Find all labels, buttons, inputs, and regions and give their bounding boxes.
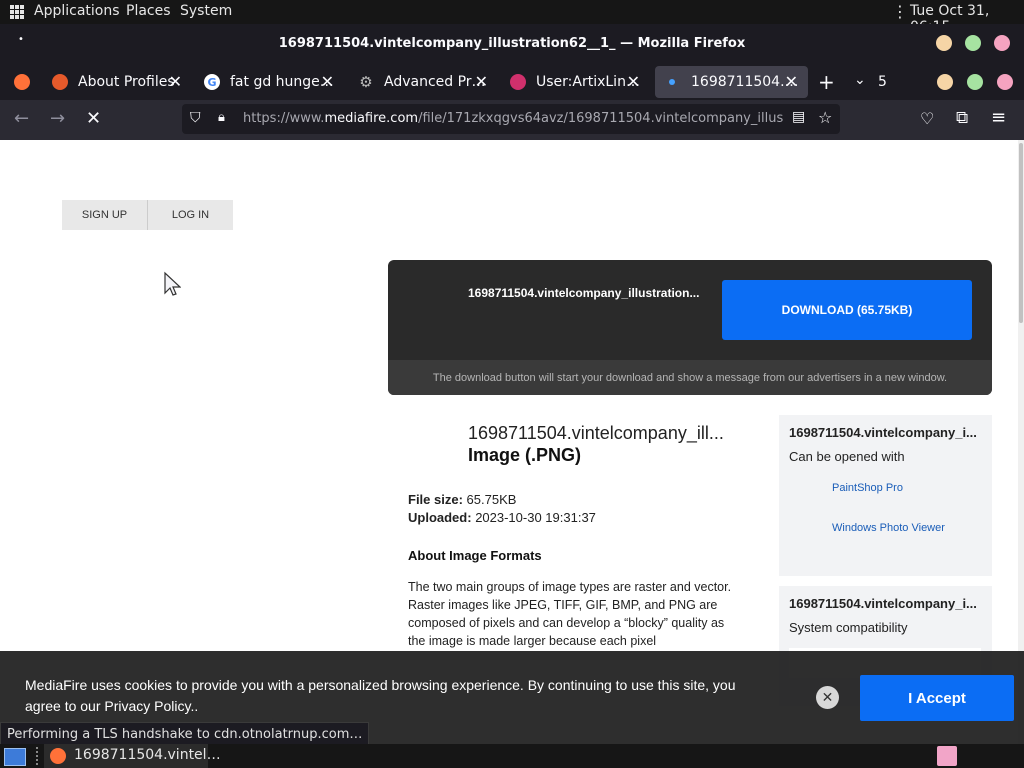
stop-loading-icon[interactable]: ✕ — [86, 108, 101, 129]
places-menu[interactable]: Places — [126, 3, 171, 19]
tab-about-profiles[interactable]: About Profiles ✕ — [52, 64, 192, 100]
bottom-taskbar: 1698711504.vintel… — [0, 744, 1024, 768]
status-text: Performing a TLS handshake to cdn.otnola… — [0, 722, 370, 746]
close-window-icon[interactable] — [997, 74, 1013, 90]
back-arrow-icon[interactable]: ← — [14, 108, 29, 129]
firefox-icon — [14, 74, 30, 90]
download-button[interactable]: DOWNLOAD (65.75KB) — [722, 280, 972, 340]
maximize-icon[interactable] — [967, 74, 983, 90]
sign-up-button[interactable]: SIGN UP — [62, 200, 147, 230]
show-desktop-icon[interactable] — [4, 748, 26, 766]
taskbar-window-firefox[interactable]: 1698711504.vintel… — [44, 744, 221, 768]
mouse-cursor-icon — [164, 271, 181, 296]
compatibility-subtitle: System compatibility — [789, 620, 908, 635]
url-bar[interactable]: ⛉ 🔒︎ https://www.mediafire.com/file/171z… — [182, 104, 840, 134]
opens-with-subtitle: Can be opened with — [789, 449, 905, 464]
google-icon: G — [204, 74, 220, 90]
tab-label: Advanced Pr… — [384, 74, 486, 90]
url-path: /file/171zkxqgvs64avz/1698711504.vintelc… — [418, 111, 783, 126]
hamburger-menu-icon[interactable]: ≡ — [991, 107, 1006, 128]
minimize-icon[interactable] — [937, 74, 953, 90]
loading-dot-icon — [669, 79, 675, 85]
download-filename: 1698711504.vintelcompany_illustration... — [468, 286, 700, 300]
log-in-button[interactable]: LOG IN — [148, 200, 233, 230]
scrollbar-thumb[interactable] — [1019, 143, 1023, 323]
window-title: 1698711504.vintelcompany_illustration62_… — [278, 36, 746, 51]
maximize-icon[interactable] — [965, 35, 981, 51]
system-menu[interactable]: System — [180, 3, 232, 19]
tab-artix-wiki[interactable]: User:ArtixLin… ✕ — [510, 64, 650, 100]
file-type: Image (.PNG) — [468, 445, 582, 465]
top-panel: Applications Places System ⋮ Tue Oct 31,… — [0, 0, 1024, 35]
minimize-icon[interactable] — [936, 35, 952, 51]
panel-menu-icon[interactable]: ⋮ — [892, 2, 908, 21]
shield-icon[interactable]: ⛉ — [190, 110, 201, 126]
cookie-text: MediaFire uses cookies to provide you wi… — [25, 677, 736, 714]
about-heading: About Image Formats — [408, 548, 542, 563]
firefox-icon — [50, 748, 66, 764]
tab-bar: About Profiles ✕ G fat gd hunge… ✕ ⚙ Adv… — [0, 64, 1024, 100]
new-tab-icon[interactable]: + — [818, 70, 835, 94]
tab-label: User:ArtixLin… — [536, 74, 640, 90]
url-text[interactable]: https://www.mediafire.com/file/171zkxqgv… — [243, 111, 783, 126]
tab-count: 5 — [878, 74, 887, 90]
tab-list-chevron-down-icon[interactable]: ⌄ — [854, 72, 866, 88]
reader-view-icon[interactable]: ▤ — [792, 109, 805, 125]
opens-with-title: 1698711504.vintelcompany_i... — [789, 425, 977, 440]
file-size-value: 65.75KB — [466, 492, 517, 507]
taskbar-window-label: 1698711504.vintel… — [74, 747, 221, 763]
uploaded-row: Uploaded: 2023-10-30 19:31:37 — [408, 510, 596, 525]
cookie-close-icon[interactable]: ✕ — [816, 686, 839, 709]
window-titlebar: • 1698711504.vintelcompany_illustration6… — [0, 24, 1024, 64]
close-window-icon[interactable] — [994, 35, 1010, 51]
firefox-icon — [52, 74, 68, 90]
extensions-icon[interactable]: ⧉ — [956, 108, 968, 128]
download-disclaimer: The download button will start your down… — [388, 360, 992, 395]
file-size-row: File size: 65.75KB — [408, 492, 516, 507]
uploaded-value: 2023-10-30 19:31:37 — [475, 510, 596, 525]
about-text: The two main groups of image types are r… — [408, 580, 732, 648]
tab-mediafire-active[interactable]: 1698711504.… ✕ — [655, 66, 808, 98]
tab-label: 1698711504.… — [691, 74, 799, 90]
file-size-label: File size: — [408, 492, 463, 507]
close-tab-icon[interactable]: ✕ — [321, 72, 334, 91]
app-link-paintshop[interactable]: PaintShop Pro — [832, 482, 903, 494]
tab-advanced-preferences[interactable]: ⚙ Advanced Pr… ✕ — [358, 64, 498, 100]
tab-label: About Profiles — [78, 74, 175, 90]
file-title: 1698711504.vintelcompany_ill... — [468, 423, 724, 443]
taskbar-handle — [36, 747, 38, 765]
artix-icon — [510, 74, 526, 90]
applications-grid-icon[interactable] — [10, 5, 24, 19]
app-link-photo-viewer[interactable]: Windows Photo Viewer — [832, 522, 945, 534]
uploaded-label: Uploaded: — [408, 510, 472, 525]
forward-arrow-icon[interactable]: → — [50, 108, 65, 129]
lock-icon[interactable]: 🔒︎ — [218, 110, 225, 125]
bookmark-star-icon[interactable]: ☆ — [818, 108, 832, 127]
url-domain: mediafire.com — [324, 111, 419, 126]
close-tab-icon[interactable]: ✕ — [627, 72, 640, 91]
url-prefix: https://www. — [243, 111, 325, 126]
applications-menu[interactable]: Applications — [34, 3, 120, 19]
close-tab-icon[interactable]: ✕ — [785, 72, 798, 91]
tray-firefox-icon[interactable] — [937, 746, 957, 766]
opens-with-card: 1698711504.vintelcompany_i... Can be ope… — [779, 415, 992, 576]
gear-icon: ⚙ — [359, 73, 373, 91]
close-tab-icon[interactable]: ✕ — [475, 72, 488, 91]
compatibility-title: 1698711504.vintelcompany_i... — [789, 596, 977, 611]
accept-cookies-button[interactable]: I Accept — [860, 675, 1014, 721]
pocket-icon[interactable]: ♡ — [920, 109, 934, 128]
tab-google-search[interactable]: G fat gd hunge… ✕ — [204, 64, 344, 100]
close-tab-icon[interactable]: ✕ — [169, 72, 182, 91]
firefox-view-button[interactable] — [14, 64, 44, 100]
download-panel: 1698711504.vintelcompany_illustration...… — [388, 260, 992, 395]
tab-label: fat gd hunge… — [230, 74, 334, 90]
